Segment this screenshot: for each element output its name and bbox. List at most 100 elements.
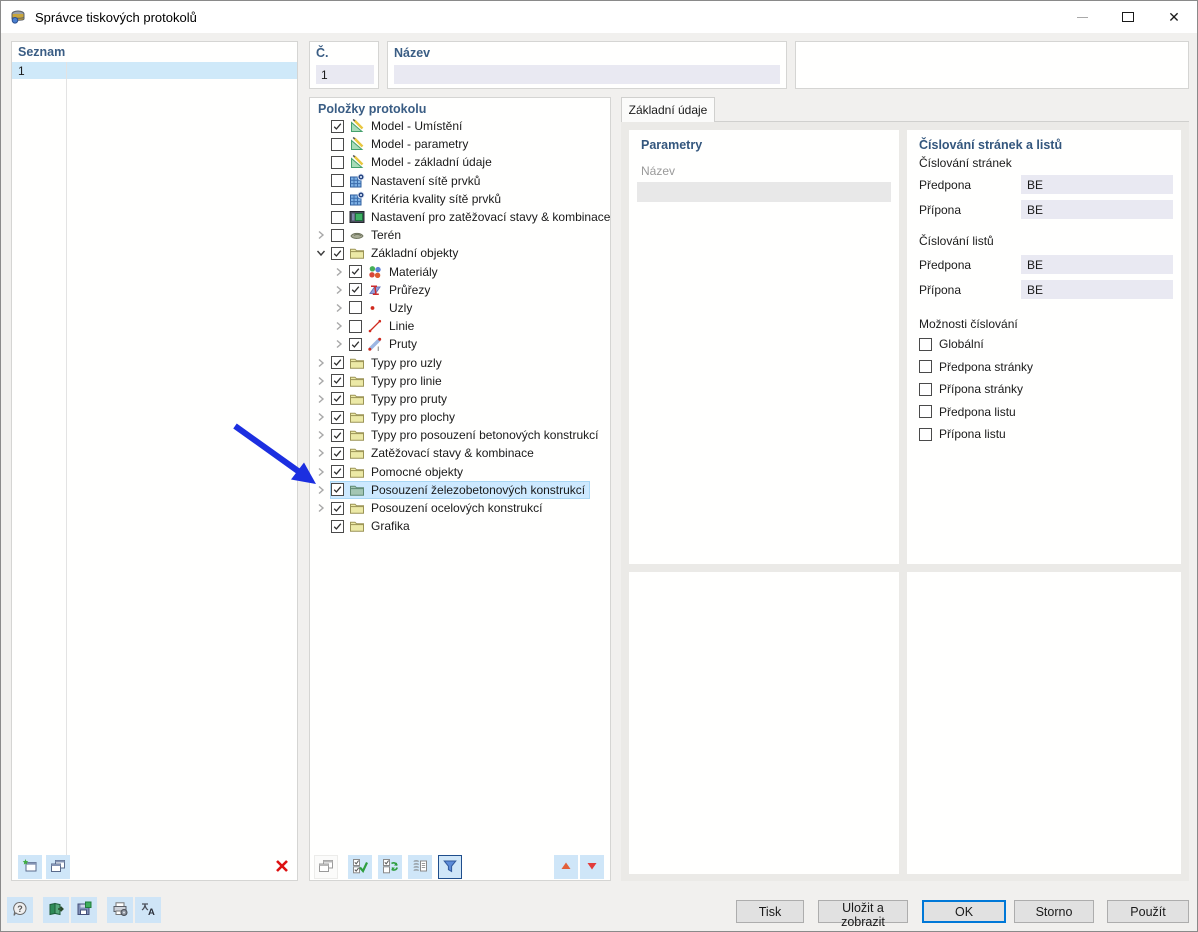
option-checkbox[interactable]	[919, 337, 932, 351]
tree-item-checkbox[interactable]	[331, 155, 344, 169]
option-checkbox[interactable]	[919, 427, 932, 441]
tree-item-checkbox[interactable]	[331, 137, 344, 151]
tree-item-checkbox[interactable]	[349, 301, 362, 315]
tree-item[interactable]: Posouzení železobetonových konstrukcí	[329, 480, 591, 499]
tree-item-checkbox[interactable]	[331, 210, 344, 224]
tree-item-checkbox[interactable]	[331, 446, 344, 460]
name-input[interactable]	[394, 65, 780, 84]
tree-item[interactable]: Typy pro plochy	[331, 409, 459, 425]
tab-zakladni-udaje[interactable]: Základní údaje	[621, 97, 715, 122]
tree-item[interactable]: Nastavení pro zatěžovací stavy & kombina…	[331, 209, 614, 225]
tree-item[interactable]: Grafika	[331, 518, 414, 534]
tree-item[interactable]: Typy pro posouzení betonových konstrukcí	[331, 427, 602, 443]
help-button[interactable]: ?	[7, 897, 33, 923]
tree-item-checkbox[interactable]	[349, 319, 362, 333]
invert-selection-button[interactable]	[378, 855, 402, 879]
tree-item-checkbox[interactable]	[331, 356, 344, 370]
tree-item-checkbox[interactable]	[331, 392, 344, 406]
tree-item-checkbox[interactable]	[331, 228, 344, 242]
save-template-button[interactable]	[71, 897, 97, 923]
option-checkbox[interactable]	[919, 360, 932, 373]
tree-item[interactable]: Typy pro pruty	[331, 391, 451, 407]
numbering-option[interactable]: Přípona listu	[919, 426, 1006, 442]
tree-item[interactable]: I Pruty	[349, 336, 421, 352]
chevron-right-icon[interactable]	[332, 301, 345, 314]
option-checkbox[interactable]	[919, 405, 932, 418]
tree-item-checkbox[interactable]	[331, 501, 344, 515]
sheet-suffix-input[interactable]	[1021, 280, 1173, 299]
parameters-name-input[interactable]	[637, 182, 891, 202]
chevron-right-icon[interactable]	[332, 320, 345, 333]
tree-item-checkbox[interactable]	[331, 192, 344, 206]
copy-protocol-button[interactable]	[46, 855, 70, 879]
tree-item[interactable]: Kritéria kvality sítě prvků	[331, 191, 505, 207]
tree-item[interactable]: Nastavení sítě prvků	[331, 173, 484, 189]
open-protocol-button[interactable]	[43, 897, 69, 923]
tree-item-checkbox[interactable]	[331, 174, 344, 188]
move-down-button[interactable]	[580, 855, 604, 879]
chevron-right-icon[interactable]	[332, 265, 345, 278]
numbering-option[interactable]: Předpona stránky	[919, 359, 1033, 375]
chevron-right-icon[interactable]	[332, 283, 345, 296]
tree-item-checkbox[interactable]	[331, 465, 344, 479]
tree-item[interactable]: Uzly	[349, 300, 416, 316]
tree-item-checkbox[interactable]	[331, 119, 344, 133]
chevron-right-icon[interactable]	[314, 411, 327, 424]
copy-item-button[interactable]	[314, 855, 338, 879]
chevron-right-icon[interactable]	[314, 229, 327, 242]
ok-button[interactable]: OK	[922, 900, 1006, 923]
tree-item[interactable]: Pomocné objekty	[331, 464, 467, 480]
minimize-button[interactable]	[1059, 1, 1105, 33]
tree-item-checkbox[interactable]	[331, 519, 344, 533]
chevron-right-icon[interactable]	[314, 447, 327, 460]
chevron-down-icon[interactable]	[314, 247, 327, 260]
tisk-button[interactable]: Tisk	[736, 900, 804, 923]
tree-item[interactable]: Terén	[331, 227, 405, 243]
chevron-right-icon[interactable]	[314, 502, 327, 515]
pou-t-button[interactable]: Použít	[1107, 900, 1189, 923]
list-item[interactable]: 1	[12, 62, 297, 79]
tree-item[interactable]: Model - základní údaje	[331, 154, 496, 170]
chevron-right-icon[interactable]	[314, 429, 327, 442]
select-all-button[interactable]	[348, 855, 372, 879]
numbering-option[interactable]: Předpona listu	[919, 404, 1016, 420]
chevron-right-icon[interactable]	[314, 356, 327, 369]
tree-item-checkbox[interactable]	[331, 483, 344, 497]
chevron-right-icon[interactable]	[314, 483, 327, 496]
tree-item-checkbox[interactable]	[349, 337, 362, 351]
tree-item[interactable]: Zatěžovací stavy & kombinace	[331, 445, 538, 461]
chevron-right-icon[interactable]	[332, 338, 345, 351]
chevron-right-icon[interactable]	[314, 392, 327, 405]
tree-item[interactable]: Linie	[349, 318, 418, 334]
tree-item[interactable]: Základní objekty	[331, 245, 462, 261]
tree-item-checkbox[interactable]	[349, 265, 362, 279]
chevron-right-icon[interactable]	[314, 465, 327, 478]
page-suffix-input[interactable]	[1021, 200, 1173, 219]
tree-item[interactable]: Model - parametry	[331, 136, 472, 152]
new-protocol-button[interactable]	[18, 855, 42, 879]
numbering-option[interactable]: Přípona stránky	[919, 381, 1023, 397]
numbering-option[interactable]: Globální	[919, 336, 984, 352]
chevron-right-icon[interactable]	[314, 374, 327, 387]
page-prefix-input[interactable]	[1021, 175, 1173, 194]
sheet-prefix-input[interactable]	[1021, 255, 1173, 274]
option-checkbox[interactable]	[919, 382, 932, 396]
print-settings-button[interactable]	[107, 897, 133, 923]
tree-item-checkbox[interactable]	[331, 428, 344, 442]
tree-item[interactable]: Typy pro uzly	[331, 355, 446, 371]
maximize-button[interactable]	[1105, 1, 1151, 33]
tree-item[interactable]: Materiály	[349, 264, 442, 280]
number-input[interactable]	[316, 65, 374, 84]
move-up-button[interactable]	[554, 855, 578, 879]
tree-item-checkbox[interactable]	[331, 246, 344, 260]
tree-item-checkbox[interactable]	[349, 283, 362, 297]
ulo-it-a-zobrazit-button[interactable]: Uložit a zobrazit	[818, 900, 908, 929]
filter-button[interactable]	[438, 855, 462, 879]
tree-item-checkbox[interactable]	[331, 410, 344, 424]
tree-item[interactable]: Typy pro linie	[331, 373, 446, 389]
tree-item[interactable]: Průřezy	[349, 282, 434, 298]
delete-protocol-button[interactable]	[270, 855, 294, 879]
tree-item-checkbox[interactable]	[331, 374, 344, 388]
close-button[interactable]: ✕	[1151, 1, 1197, 33]
storno-button[interactable]: Storno	[1014, 900, 1094, 923]
